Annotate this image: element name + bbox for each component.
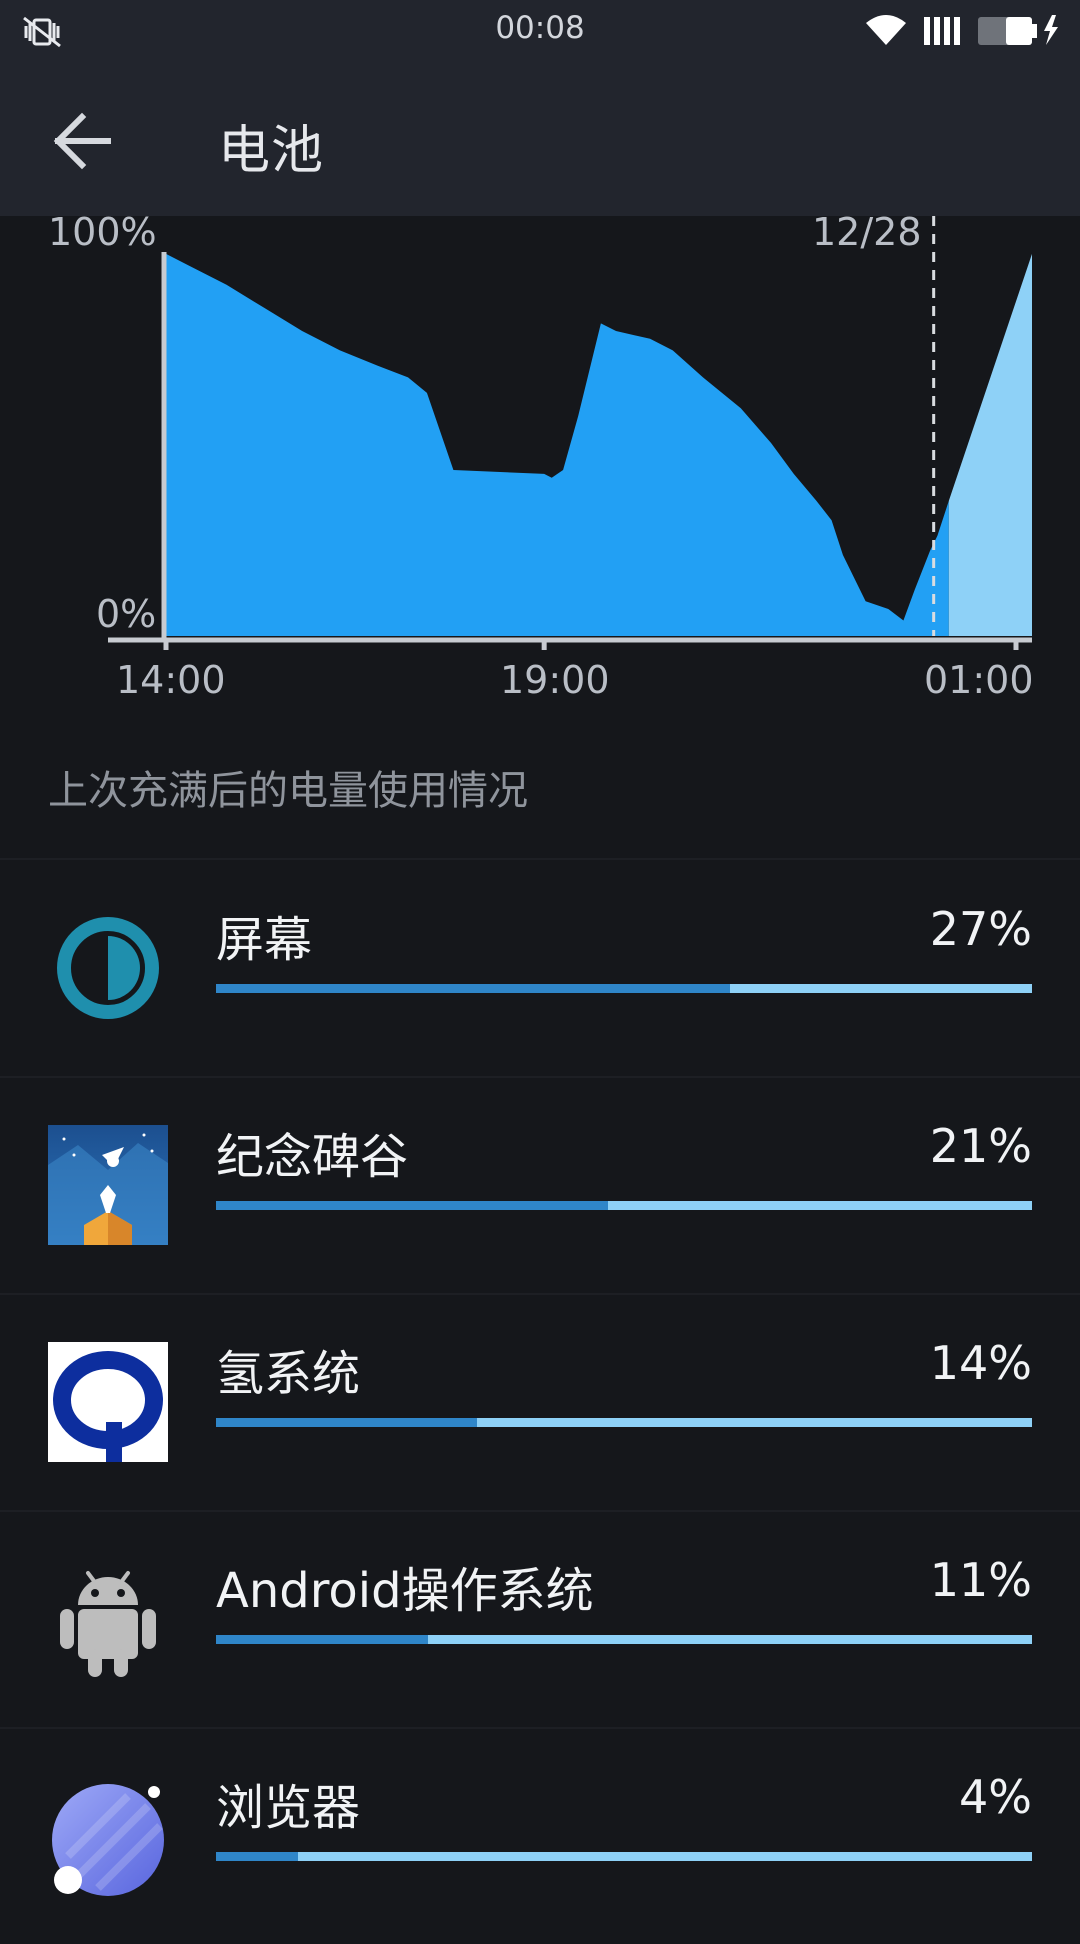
date-marker-label: 12/28 <box>812 210 922 254</box>
usage-item-name: Android操作系统 <box>216 1563 594 1619</box>
usage-item-android-os[interactable]: Android操作系统 11% <box>0 1511 1080 1727</box>
toolbar: 电池 <box>0 64 1080 216</box>
usage-bar-fill <box>216 1201 608 1210</box>
browser-app-icon <box>48 1776 168 1896</box>
arrow-left-icon <box>53 112 111 170</box>
battery-chart-svg <box>108 216 1032 650</box>
screen-brightness-icon <box>48 908 168 1028</box>
usage-bar-fill <box>216 1418 478 1427</box>
projection-area <box>948 253 1032 637</box>
usage-item-screen[interactable]: 屏幕 27% <box>0 860 1080 1076</box>
signal-icon <box>922 13 962 51</box>
usage-item-name: 纪念碑谷 <box>216 1129 409 1185</box>
page-title: 电池 <box>218 121 325 181</box>
monument-valley-app-icon <box>48 1125 168 1245</box>
x-tick-label: 01:00 <box>924 658 1034 702</box>
y-tick-label: 100% <box>48 210 157 254</box>
usage-item-browser[interactable]: 浏览器 4% <box>0 1728 1080 1944</box>
y-tick-label: 0% <box>96 592 157 636</box>
discharge-area <box>166 253 949 637</box>
usage-bar-fill <box>216 984 731 993</box>
usage-bar <box>216 984 1032 993</box>
usage-item-percent: 14% <box>929 1336 1032 1390</box>
usage-item-percent: 27% <box>929 902 1032 956</box>
usage-item-percent: 4% <box>959 1770 1032 1824</box>
section-header: 上次充满后的电量使用情况 <box>48 768 528 814</box>
usage-item-name: 浏览器 <box>216 1780 361 1836</box>
usage-item-monument-valley[interactable]: 纪念碑谷 21% <box>0 1077 1080 1293</box>
status-bar: 00:08 <box>0 0 1080 64</box>
usage-item-name: 屏幕 <box>216 912 313 968</box>
battery-charging-icon <box>976 13 1062 51</box>
usage-item-name: 氢系统 <box>216 1346 361 1402</box>
usage-bar-fill <box>216 1635 429 1644</box>
status-icons <box>864 12 1062 52</box>
usage-bar <box>216 1635 1032 1644</box>
usage-bar <box>216 1852 1032 1861</box>
usage-item-hydrogen-os[interactable]: 氢系统 14% <box>0 1294 1080 1510</box>
usage-item-percent: 11% <box>929 1553 1032 1607</box>
usage-item-percent: 21% <box>929 1119 1032 1173</box>
android-robot-icon <box>48 1559 168 1679</box>
usage-bar <box>216 1201 1032 1210</box>
usage-bar-fill <box>216 1852 298 1861</box>
usage-bar <box>216 1418 1032 1427</box>
x-tick-label: 14:00 <box>116 658 226 702</box>
battery-chart: 100% 0% 12/28 14:00 19:00 01:00 <box>0 210 1080 716</box>
hydrogen-os-app-icon <box>48 1342 168 1462</box>
back-button[interactable] <box>40 106 126 176</box>
x-tick-label: 19:00 <box>500 658 610 702</box>
wifi-icon <box>864 13 908 51</box>
